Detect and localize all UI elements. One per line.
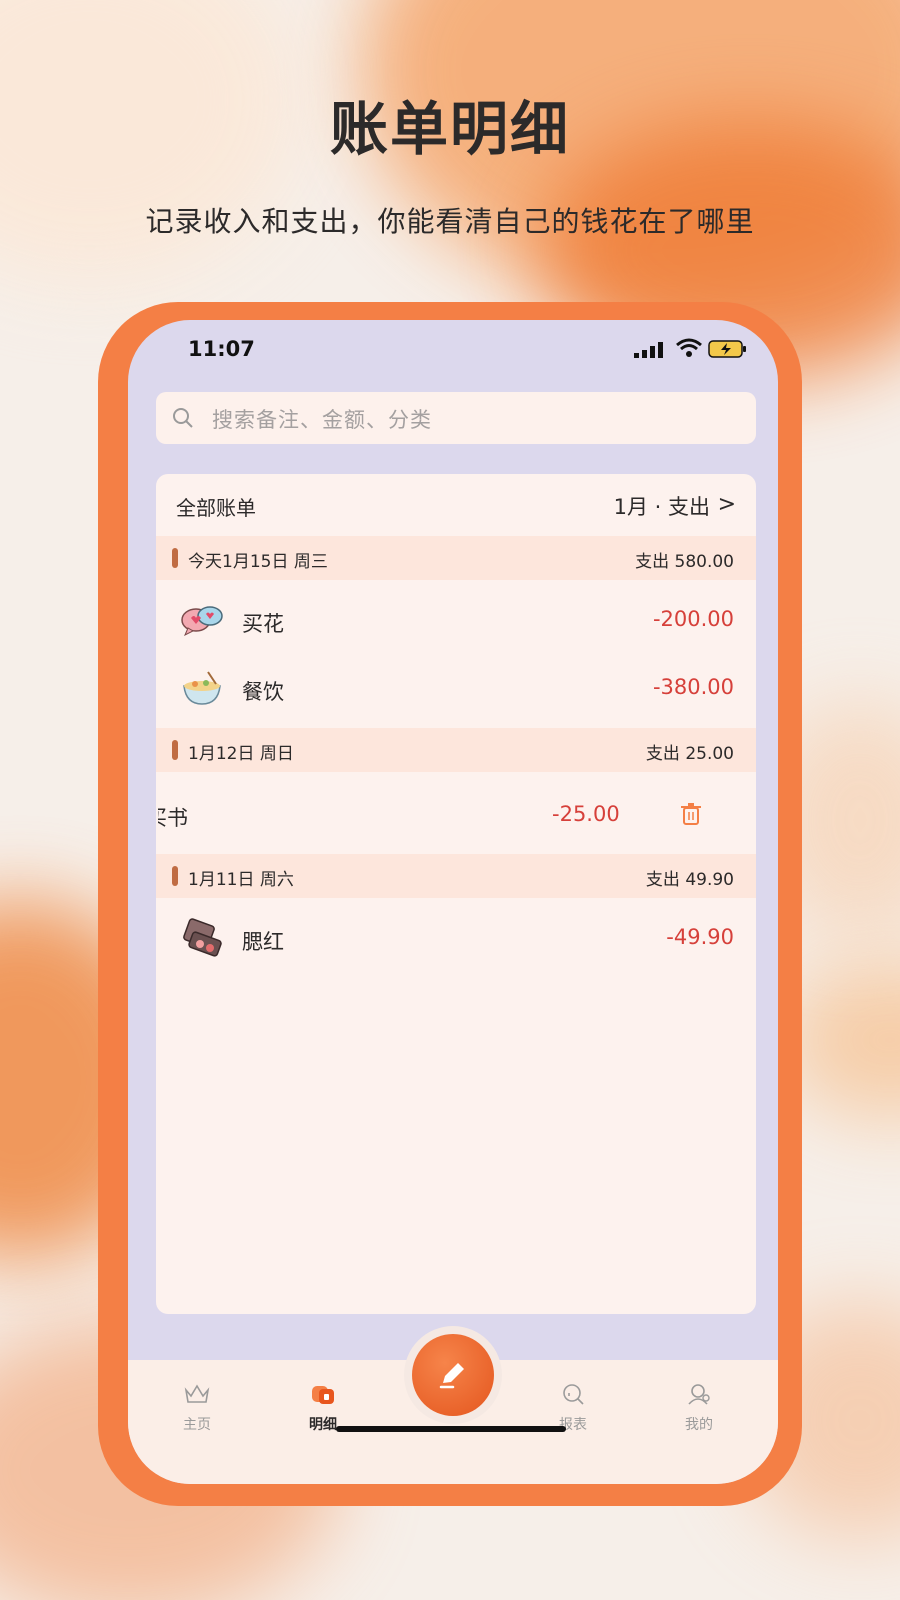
battery-icon — [708, 340, 746, 358]
promo-title: 账单明细 — [329, 95, 570, 163]
tab-home[interactable]: 主页 — [152, 1382, 242, 1442]
phone-frame: 11:07 搜索备注、金额、分类 全部账单 1月 · 支出 > 今天1月15日 … — [98, 302, 802, 1506]
day-total: 支出 25.00 — [645, 744, 734, 764]
bill-category: 买书 — [156, 806, 188, 830]
search-input[interactable]: 搜索备注、金额、分类 — [156, 392, 756, 444]
bill-category: 餐饮 — [242, 680, 284, 704]
pencil-icon — [439, 1363, 464, 1389]
bill-row-swiped[interactable]: 买书 -25.00 — [156, 774, 756, 854]
bill-category: 腮红 — [242, 930, 284, 954]
day-label: 1月12日 周日 — [188, 744, 294, 764]
bill-row[interactable]: 买花 -200.00 — [156, 588, 756, 654]
phone-screen: 11:07 搜索备注、金额、分类 全部账单 1月 · 支出 > 今天1月15日 … — [128, 320, 778, 1484]
status-bar: 11:07 — [128, 320, 778, 380]
day-marker — [172, 740, 178, 760]
signal-icon — [634, 342, 663, 358]
tab-mine[interactable]: 我的 — [654, 1382, 744, 1442]
wifi-icon — [676, 338, 702, 357]
crown-icon — [184, 1384, 210, 1403]
chevron-right-icon[interactable]: > — [718, 492, 736, 517]
day-total: 支出 580.00 — [635, 552, 734, 572]
tab-label: 主页 — [183, 1417, 211, 1433]
tab-label: 我的 — [685, 1417, 713, 1433]
flower-speech-icon — [181, 606, 223, 637]
bill-amount: -380.00 — [652, 675, 734, 699]
day-label: 今天1月15日 周三 — [188, 552, 328, 572]
all-bills-title: 全部账单 — [176, 496, 256, 520]
bill-row[interactable]: 腮红 -49.90 — [156, 906, 756, 972]
noodle-bowl-icon — [183, 671, 221, 705]
blush-palette-icon — [183, 918, 222, 957]
bill-amount: -200.00 — [652, 607, 734, 631]
day-label: 1月11日 周六 — [188, 870, 294, 890]
bill-amount: -25.00 — [552, 802, 620, 826]
bill-row[interactable]: 餐饮 -380.00 — [156, 656, 756, 722]
day-header: 今天1月15日 周三 支出 580.00 — [156, 536, 756, 580]
delete-icon[interactable] — [680, 802, 702, 826]
tab-details[interactable]: 明细 — [278, 1382, 368, 1442]
add-bill-button[interactable] — [412, 1334, 494, 1416]
bill-list-panel: 全部账单 1月 · 支出 > 今天1月15日 周三 支出 580.00 买花 -… — [156, 474, 756, 1314]
day-header: 1月11日 周六 支出 49.90 — [156, 854, 756, 898]
search-placeholder: 搜索备注、金额、分类 — [212, 408, 432, 432]
bill-category: 买花 — [242, 612, 284, 636]
month-type-filter[interactable]: 1月 · 支出 — [614, 491, 710, 521]
report-icon — [563, 1384, 584, 1405]
day-marker — [172, 548, 178, 568]
home-indicator — [336, 1426, 566, 1432]
bill-amount: -49.90 — [666, 925, 734, 949]
day-total: 支出 49.90 — [645, 870, 734, 890]
tab-report[interactable]: 报表 — [528, 1382, 618, 1442]
search-icon — [173, 408, 193, 428]
cards-icon — [312, 1386, 334, 1404]
day-header: 1月12日 周日 支出 25.00 — [156, 728, 756, 772]
promo-subtitle: 记录收入和支出，你能看清自己的钱花在了哪里 — [145, 205, 755, 238]
status-time: 11:07 — [188, 337, 255, 361]
day-marker — [172, 866, 178, 886]
bill-list-header: 全部账单 1月 · 支出 > — [156, 474, 756, 536]
profile-icon — [688, 1384, 710, 1405]
